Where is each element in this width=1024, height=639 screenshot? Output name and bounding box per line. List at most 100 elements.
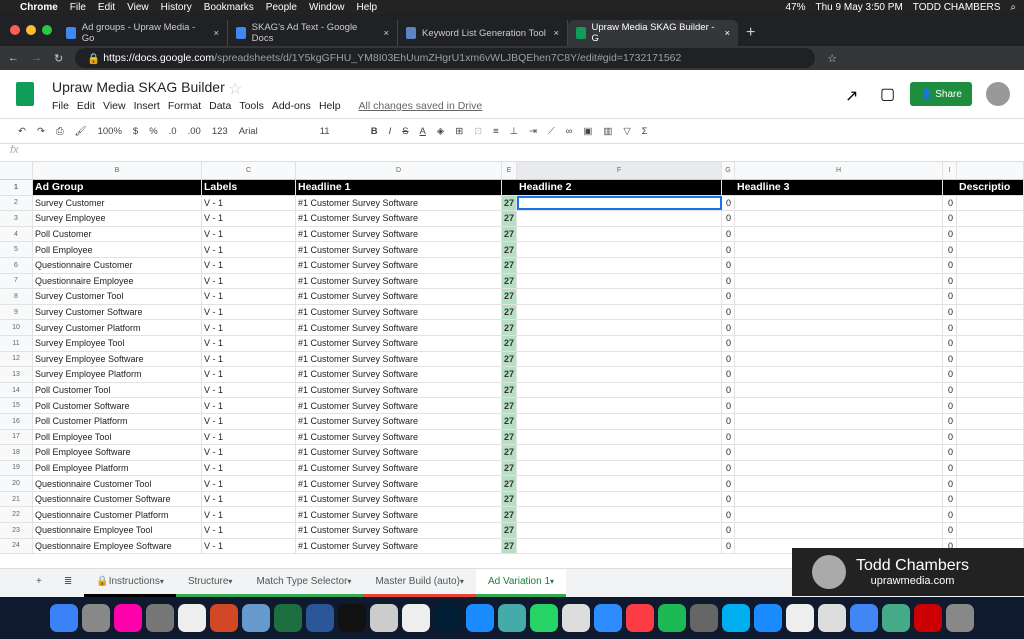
cell[interactable]: Headline 1: [296, 180, 502, 195]
cell[interactable]: #1 Customer Survey Software: [296, 335, 502, 351]
dropdown-arrow-icon[interactable]: ▾: [228, 577, 232, 586]
cell[interactable]: 0: [943, 304, 957, 320]
dock-app-icon[interactable]: [178, 604, 206, 632]
column-header[interactable]: G: [722, 162, 735, 179]
cell[interactable]: #1 Customer Survey Software: [296, 257, 502, 273]
selected-cell[interactable]: [517, 195, 722, 211]
more-formats-button[interactable]: 123: [212, 126, 228, 137]
cell[interactable]: [735, 195, 943, 211]
cell[interactable]: Poll Customer Software: [33, 398, 202, 413]
sheet-tab[interactable]: Match Type Selector ▾: [244, 569, 364, 597]
cell[interactable]: Poll Employee: [33, 242, 202, 257]
column-header[interactable]: D: [296, 162, 502, 179]
cell[interactable]: Headline 3: [735, 180, 943, 195]
row-number[interactable]: 10: [0, 320, 33, 335]
cell[interactable]: 0: [943, 289, 957, 304]
cell[interactable]: [735, 335, 943, 351]
menu-edit[interactable]: Edit: [77, 100, 95, 112]
cell[interactable]: [957, 320, 1024, 335]
all-sheets-button[interactable]: ≣: [52, 569, 84, 597]
cell[interactable]: Questionnaire Employee: [33, 273, 202, 289]
dock-app-icon[interactable]: [370, 604, 398, 632]
cell[interactable]: #1 Customer Survey Software: [296, 538, 502, 554]
cell[interactable]: [517, 398, 722, 413]
cell[interactable]: 0: [722, 289, 735, 304]
share-button[interactable]: 👤 Share: [910, 82, 972, 106]
cell[interactable]: 0: [943, 320, 957, 335]
zoom-select[interactable]: 100%: [98, 126, 122, 137]
cell[interactable]: V - 1: [202, 445, 296, 460]
cell[interactable]: Poll Employee Software: [33, 445, 202, 460]
cell[interactable]: #1 Customer Survey Software: [296, 398, 502, 413]
cell[interactable]: 0: [722, 398, 735, 413]
cell[interactable]: 0: [722, 429, 735, 445]
row-number[interactable]: 6: [0, 257, 33, 273]
cell[interactable]: #1 Customer Survey Software: [296, 242, 502, 257]
cell[interactable]: [735, 523, 943, 538]
forward-icon[interactable]: →: [31, 52, 42, 64]
menu-view[interactable]: View: [103, 100, 126, 112]
dropdown-arrow-icon[interactable]: ▾: [160, 577, 164, 586]
cell[interactable]: 27: [502, 538, 517, 554]
cell[interactable]: V - 1: [202, 491, 296, 507]
cell[interactable]: [517, 304, 722, 320]
new-tab-button[interactable]: +: [746, 24, 755, 42]
cell[interactable]: V - 1: [202, 304, 296, 320]
tab-close-icon[interactable]: ×: [383, 28, 389, 39]
dock-app-icon[interactable]: [946, 604, 974, 632]
sheets-logo[interactable]: [16, 82, 34, 106]
tab-close-icon[interactable]: ×: [553, 28, 559, 39]
avatar[interactable]: [986, 82, 1010, 106]
menubar-app[interactable]: Chrome: [20, 2, 58, 13]
cell[interactable]: [957, 226, 1024, 242]
dock-app-icon[interactable]: [274, 604, 302, 632]
cell[interactable]: 0: [943, 226, 957, 242]
cell[interactable]: 27: [502, 257, 517, 273]
cell[interactable]: Questionnaire Employee Tool: [33, 523, 202, 538]
formula-bar[interactable]: fx: [0, 144, 1024, 162]
spreadsheet-grid[interactable]: B C D E F G H I 1 Ad Group Labels Headline 1 Headlin…: [0, 162, 1024, 555]
cell[interactable]: 0: [943, 211, 957, 226]
cell[interactable]: [735, 507, 943, 523]
menu-file[interactable]: File: [52, 100, 69, 112]
cell[interactable]: Descriptio: [957, 180, 1024, 195]
menubar-item[interactable]: File: [70, 2, 86, 13]
font-select[interactable]: Arial: [239, 126, 309, 137]
cell[interactable]: [735, 398, 943, 413]
dock-app-icon[interactable]: [242, 604, 270, 632]
row-number[interactable]: 24: [0, 538, 33, 554]
reload-icon[interactable]: ↻: [54, 52, 63, 65]
cell[interactable]: Questionnaire Customer Platform: [33, 507, 202, 523]
cell[interactable]: #1 Customer Survey Software: [296, 226, 502, 242]
menu-tools[interactable]: Tools: [239, 100, 264, 112]
menubar-item[interactable]: Help: [357, 2, 378, 13]
cell[interactable]: 0: [722, 304, 735, 320]
currency-button[interactable]: $: [133, 126, 138, 137]
cell[interactable]: #1 Customer Survey Software: [296, 382, 502, 398]
cell[interactable]: 0: [722, 351, 735, 367]
column-header[interactable]: H: [735, 162, 943, 179]
cell[interactable]: 27: [502, 445, 517, 460]
cell[interactable]: [735, 273, 943, 289]
cell[interactable]: [735, 211, 943, 226]
cell[interactable]: 0: [722, 491, 735, 507]
cell[interactable]: [517, 367, 722, 382]
row-number[interactable]: 9: [0, 304, 33, 320]
zoom-button[interactable]: [42, 25, 52, 35]
cell[interactable]: [735, 491, 943, 507]
cell[interactable]: [735, 382, 943, 398]
cell[interactable]: [957, 351, 1024, 367]
italic-icon[interactable]: I: [389, 126, 392, 137]
cell[interactable]: V - 1: [202, 351, 296, 367]
cell[interactable]: [517, 429, 722, 445]
cell[interactable]: [517, 226, 722, 242]
cell[interactable]: #1 Customer Survey Software: [296, 460, 502, 476]
cell[interactable]: [957, 523, 1024, 538]
sheet-tab[interactable]: Master Build (auto) ▾: [363, 569, 476, 597]
cell[interactable]: 27: [502, 273, 517, 289]
cell[interactable]: [517, 523, 722, 538]
cell[interactable]: 0: [943, 476, 957, 491]
browser-tab[interactable]: SKAG's Ad Text - Google Docs ×: [228, 20, 398, 46]
cell[interactable]: [957, 335, 1024, 351]
cell[interactable]: Questionnaire Customer Software: [33, 491, 202, 507]
